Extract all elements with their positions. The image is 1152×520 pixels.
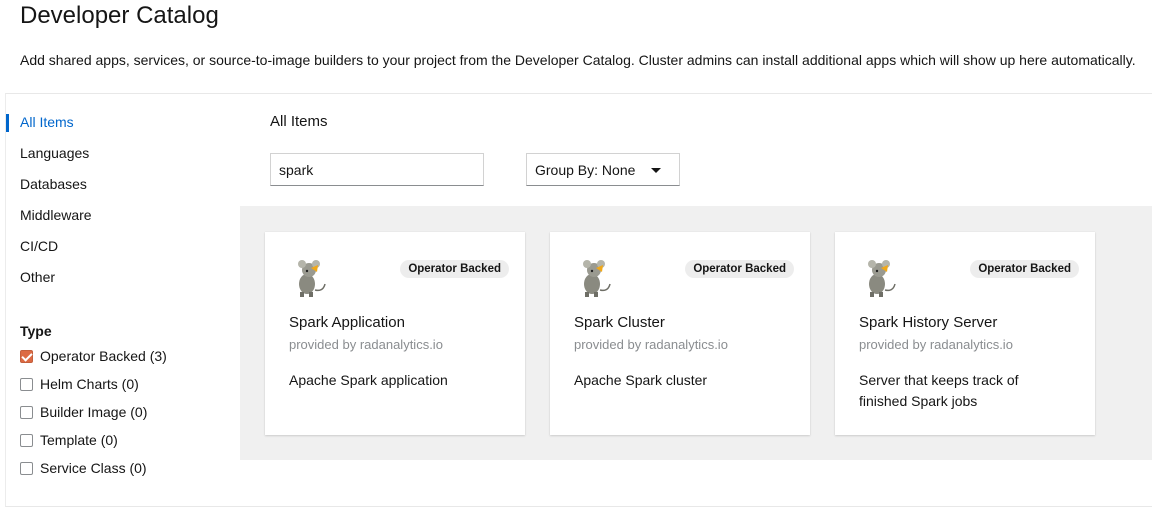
service-class-checkbox[interactable] (20, 461, 33, 475)
sidebar-item-other[interactable]: Other (6, 263, 236, 294)
tile-provider: provided by radanalytics.io (574, 337, 728, 352)
page-description: Add shared apps, services, or source-to-… (20, 52, 1136, 68)
operator-backed-badge: Operator Backed (970, 260, 1079, 278)
caret-down-icon (651, 168, 661, 173)
content-title: All Items (270, 113, 328, 130)
tile-description: Apache Spark application (289, 372, 448, 388)
tile-title: Spark Cluster (574, 314, 665, 331)
catalog-tile-spark-history-server[interactable]: Operator Backed Spark History Server pro… (835, 232, 1095, 435)
builder-image-checkbox[interactable] (20, 405, 33, 419)
filter-label: Builder Image (0) (40, 404, 148, 420)
operator-backed-badge: Operator Backed (400, 260, 509, 278)
tile-provider: provided by radanalytics.io (859, 337, 1013, 352)
filter-operator-backed[interactable]: Operator Backed (3) (20, 342, 167, 370)
page-title: Developer Catalog (20, 2, 219, 29)
group-by-label: Group By: None (535, 161, 636, 178)
type-filter-list: Operator Backed (3) Helm Charts (0) Buil… (20, 342, 167, 482)
filter-label: Helm Charts (0) (40, 376, 139, 392)
filter-helm-charts[interactable]: Helm Charts (0) (20, 370, 167, 398)
helm-charts-checkbox[interactable] (20, 377, 33, 391)
tile-description: Server that keeps track of finished Spar… (859, 372, 1019, 409)
search-input[interactable] (270, 153, 484, 186)
filter-label: Operator Backed (3) (40, 348, 167, 364)
tile-title: Spark Application (289, 314, 405, 331)
sidebar-item-databases[interactable]: Databases (6, 170, 236, 201)
catalog-tile-spark-cluster[interactable]: Operator Backed Spark Cluster provided b… (550, 232, 810, 435)
sidebar-item-languages[interactable]: Languages (6, 139, 236, 170)
catalog-tile-spark-application[interactable]: Operator Backed Spark Application provid… (265, 232, 525, 435)
sidebar-item-cicd[interactable]: CI/CD (6, 232, 236, 263)
filter-label: Template (0) (40, 432, 118, 448)
filter-template[interactable]: Template (0) (20, 426, 167, 454)
spark-mascot-icon (868, 260, 896, 297)
sidebar-item-all-items[interactable]: All Items (6, 108, 236, 139)
spark-mascot-icon (583, 260, 611, 297)
filter-builder-image[interactable]: Builder Image (0) (20, 398, 167, 426)
tile-title: Spark History Server (859, 314, 998, 331)
tile-description: Apache Spark cluster (574, 372, 708, 388)
spark-mascot-icon (298, 260, 326, 297)
operator-backed-checkbox[interactable] (20, 349, 33, 363)
type-filter-heading: Type (20, 323, 52, 339)
filter-service-class[interactable]: Service Class (0) (20, 454, 167, 482)
operator-backed-badge: Operator Backed (685, 260, 794, 278)
category-sidebar: All Items Languages Databases Middleware… (6, 108, 236, 294)
filter-label: Service Class (0) (40, 460, 147, 476)
template-checkbox[interactable] (20, 433, 33, 447)
sidebar-item-middleware[interactable]: Middleware (6, 201, 236, 232)
group-by-dropdown[interactable]: Group By: None (526, 153, 680, 186)
tile-provider: provided by radanalytics.io (289, 337, 443, 352)
